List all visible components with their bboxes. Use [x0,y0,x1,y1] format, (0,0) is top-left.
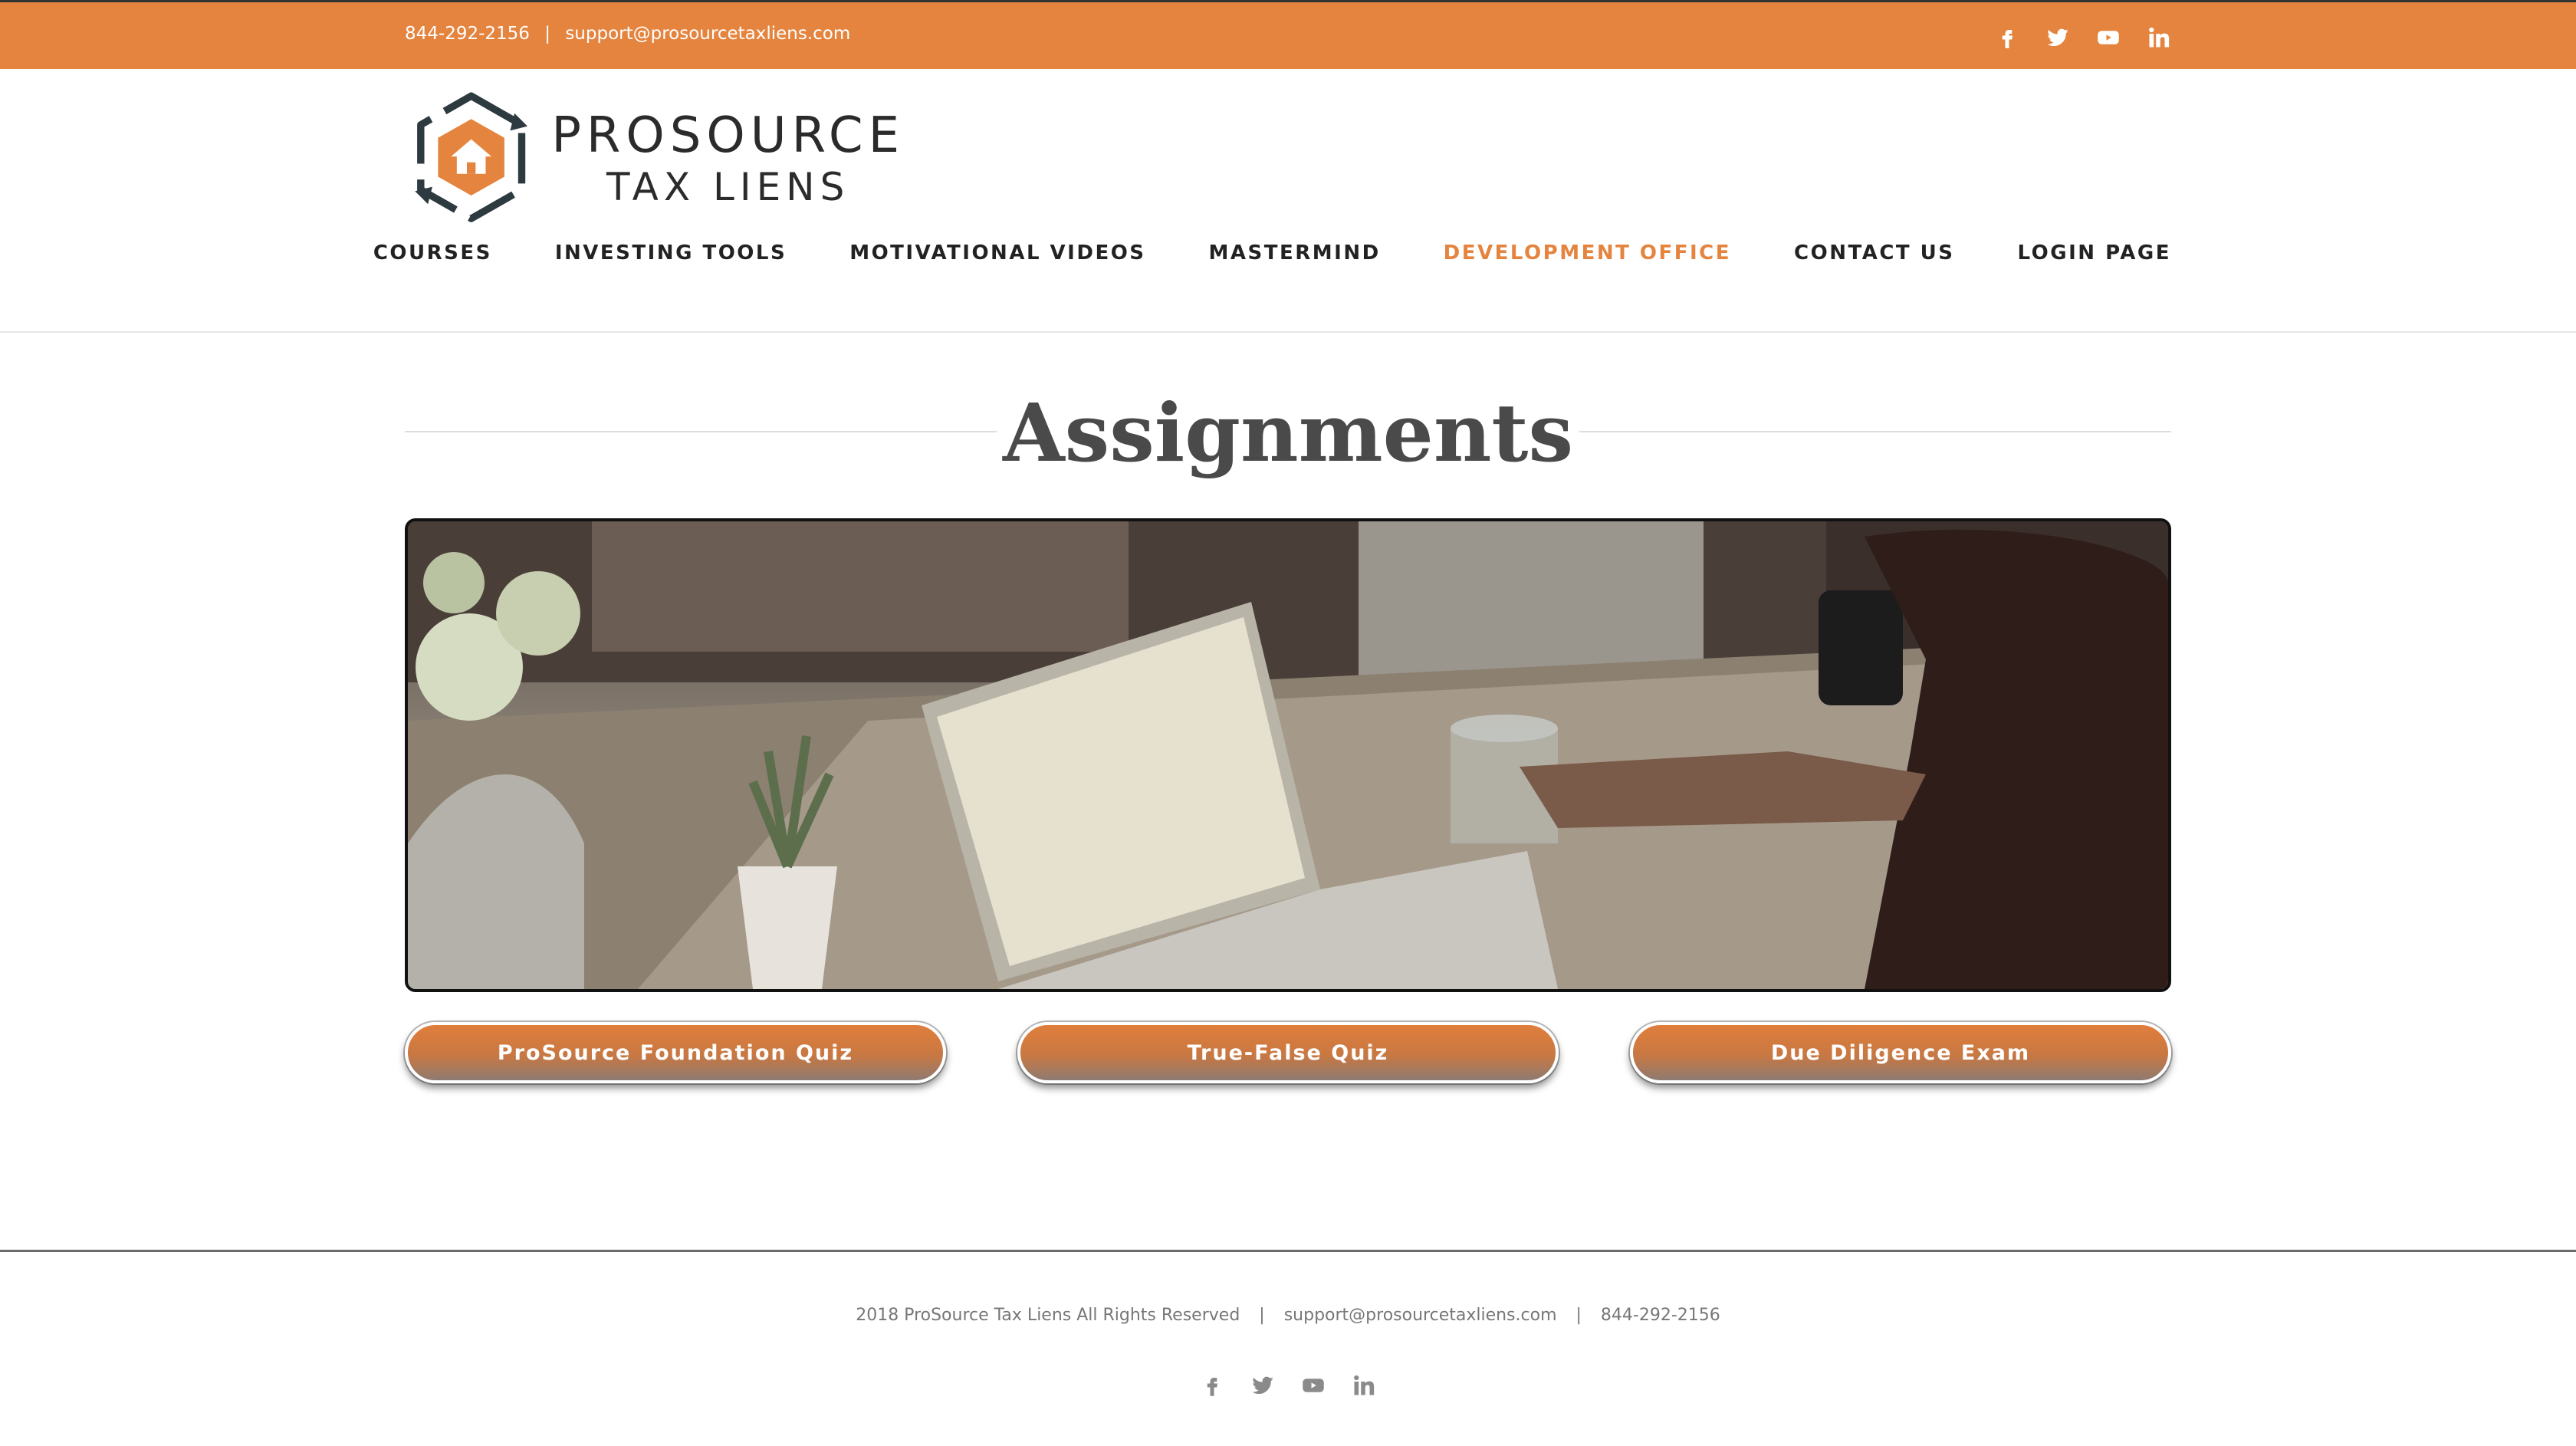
top-contact-info: 844-292-2156 | support@prosourcetaxliens… [405,24,850,44]
footer-separator: | [1259,1306,1265,1325]
youtube-icon[interactable] [2096,25,2121,50]
top-separator: | [544,24,550,44]
footer-copyright: 2018 ProSource Tax Liens All Rights Rese… [856,1306,1240,1325]
title-divider-right [1579,431,2171,432]
logo-line-2: TAX LIENS [606,165,850,209]
youtube-icon[interactable] [1301,1373,1326,1398]
site-logo[interactable]: PROSOURCE TAX LIENS [406,86,905,232]
footer-separator: | [1576,1306,1582,1325]
facebook-icon[interactable] [1200,1373,1224,1398]
linkedin-icon[interactable] [1352,1373,1376,1398]
linkedin-icon[interactable] [2147,25,2171,50]
twitter-icon[interactable] [2045,25,2070,50]
footer-phone[interactable]: 844-292-2156 [1601,1306,1720,1325]
top-bar: 844-292-2156 | support@prosourcetaxliens… [0,0,2576,69]
due-diligence-exam-button[interactable]: Due Diligence Exam [1630,1022,2171,1083]
site-header: PROSOURCE TAX LIENS COURSES INVESTING TO… [0,69,2576,333]
facebook-icon[interactable] [1995,25,2019,50]
main-nav: COURSES INVESTING TOOLS MOTIVATIONAL VID… [373,242,2171,265]
page-title-row: Assignments [405,383,2171,483]
site-footer: 2018 ProSource Tax Liens All Rights Rese… [0,1250,2576,1446]
top-social-links [1995,25,2171,50]
assignment-buttons: ProSource Foundation Quiz True-False Qui… [405,1022,2171,1083]
logo-line-1: PROSOURCE [551,107,905,164]
logo-text: PROSOURCE TAX LIENS [551,107,905,210]
nav-item-contact-us[interactable]: CONTACT US [1794,242,1955,265]
nav-item-investing-tools[interactable]: INVESTING TOOLS [555,242,787,265]
footer-social-links [0,1373,2576,1398]
logo-icon [415,92,528,222]
nav-item-courses[interactable]: COURSES [373,242,492,265]
nav-item-login-page[interactable]: LOGIN PAGE [2018,242,2171,265]
hero-image [405,518,2171,992]
top-phone[interactable]: 844-292-2156 [405,24,530,44]
nav-item-motivational-videos[interactable]: MOTIVATIONAL VIDEOS [849,242,1145,265]
twitter-icon[interactable] [1250,1373,1275,1398]
nav-item-development-office[interactable]: DEVELOPMENT OFFICE [1444,242,1731,265]
footer-email-link[interactable]: support@prosourcetaxliens.com [1284,1306,1557,1325]
footer-info: 2018 ProSource Tax Liens All Rights Rese… [0,1306,2576,1325]
prosource-foundation-quiz-button[interactable]: ProSource Foundation Quiz [405,1022,946,1083]
page-title: Assignments [1002,386,1574,480]
true-false-quiz-button[interactable]: True-False Quiz [1017,1022,1559,1083]
top-email-link[interactable]: support@prosourcetaxliens.com [565,24,850,44]
nav-item-mastermind[interactable]: MASTERMIND [1209,242,1381,265]
